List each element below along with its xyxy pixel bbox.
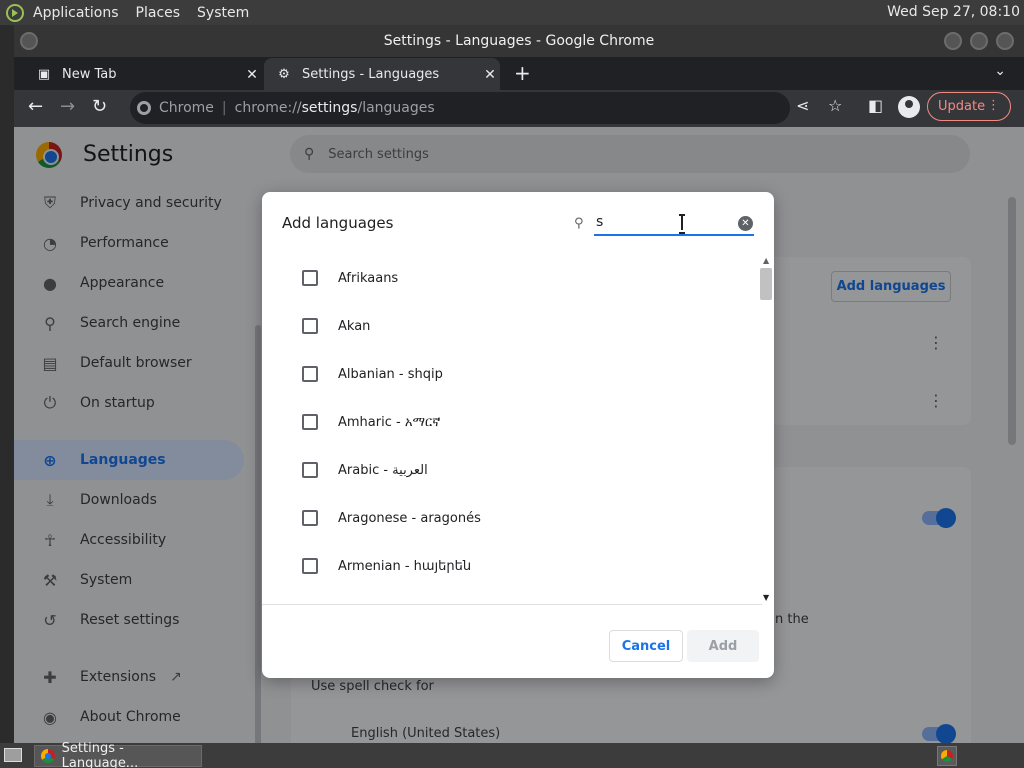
dialog-title: Add languages [282, 214, 394, 232]
language-list-scroll-thumb[interactable] [760, 268, 772, 300]
tab-new-tab[interactable]: ▣ New Tab ✕ [24, 58, 262, 91]
side-panel-icon[interactable]: ◧ [868, 96, 883, 115]
omnibox-site-label: Chrome [159, 100, 214, 116]
language-checkbox[interactable] [302, 510, 318, 526]
profile-avatar[interactable] [898, 96, 920, 118]
clear-search-icon[interactable]: ✕ [738, 216, 753, 231]
list-item[interactable]: Aragonese - aragonés [262, 494, 762, 542]
share-icon[interactable]: ⋖ [796, 96, 809, 115]
window-menu-button[interactable] [20, 32, 38, 50]
url-path: /languages [357, 100, 435, 116]
new-tab-button[interactable]: + [514, 61, 531, 85]
update-button[interactable]: Update ⋮ [927, 92, 1011, 121]
desktop-logo-icon[interactable] [6, 3, 24, 22]
tab-label: New Tab [62, 67, 117, 82]
url-host: settings [301, 100, 358, 116]
chrome-site-icon [137, 101, 151, 115]
tray-chrome-icon[interactable] [937, 746, 957, 766]
system-panel: Applications Places System Wed Sep 27, 0… [0, 0, 1024, 25]
tab-search-chevron-icon[interactable]: ⌄ [994, 63, 1006, 79]
language-search-input[interactable] [594, 210, 754, 236]
language-checkbox[interactable] [302, 318, 318, 334]
search-icon: ⚲ [574, 216, 584, 231]
language-checkbox[interactable] [302, 558, 318, 574]
close-tab-icon[interactable]: ✕ [242, 67, 262, 83]
list-item[interactable]: Albanian - shqip [262, 350, 762, 398]
minimize-button[interactable] [944, 32, 962, 50]
list-item[interactable]: Afrikaans [262, 254, 762, 302]
list-item[interactable]: Amharic - አማርኛ [262, 398, 762, 446]
taskbar-item-chrome[interactable]: Settings - Language... [34, 741, 202, 768]
language-checkbox[interactable] [302, 366, 318, 382]
taskbar-item-label: Settings - Language... [61, 741, 139, 768]
scroll-down-arrow-icon[interactable]: ▼ [763, 593, 769, 602]
new-tab-icon: ▣ [37, 67, 51, 82]
add-languages-dialog: Add languages ⚲ ✕ Afrikaans Akan Albania… [262, 192, 774, 678]
show-desktop-icon[interactable] [4, 748, 22, 762]
taskbar: Settings - Language... [0, 741, 1024, 768]
url-scheme: chrome:// [234, 100, 302, 116]
language-checkbox[interactable] [302, 270, 318, 286]
list-item[interactable]: Arabic - العربية [262, 446, 762, 494]
maximize-button[interactable] [970, 32, 988, 50]
list-item[interactable]: Armenian - հայերեն [262, 542, 762, 590]
language-label: Akan [338, 318, 371, 334]
forward-arrow-icon[interactable]: → [60, 96, 75, 117]
language-label: Aragonese - aragonés [338, 510, 481, 526]
menu-system[interactable]: System [197, 5, 249, 21]
window-title: Settings - Languages - Google Chrome [383, 33, 655, 49]
back-arrow-icon[interactable]: ← [28, 96, 43, 117]
toolbar: ← → ↻ Chrome | chrome://settings/languag… [14, 90, 1024, 127]
text-cursor-icon [679, 214, 685, 234]
language-list: Afrikaans Akan Albanian - shqip Amharic … [262, 254, 762, 604]
dialog-divider [262, 604, 762, 605]
language-checkbox[interactable] [302, 414, 318, 430]
update-label: Update [938, 99, 986, 114]
language-label: Arabic - العربية [338, 462, 428, 478]
scroll-up-arrow-icon[interactable]: ▲ [763, 256, 769, 265]
language-list-scrollbar[interactable]: ▲ ▼ [760, 256, 772, 602]
more-menu-icon[interactable]: ⋮ [987, 98, 1000, 113]
menu-places[interactable]: Places [136, 5, 181, 21]
language-label: Armenian - հայերեն [338, 558, 472, 574]
language-label: Albanian - shqip [338, 366, 443, 382]
language-label: Afrikaans [338, 270, 399, 286]
omnibox-url[interactable]: chrome://settings/languages [235, 100, 435, 116]
close-tab-icon[interactable]: ✕ [480, 67, 500, 83]
window-titlebar[interactable]: Settings - Languages - Google Chrome [14, 25, 1024, 57]
omnibox[interactable]: Chrome | chrome://settings/languages [130, 92, 790, 124]
tab-label: Settings - Languages [302, 67, 440, 82]
language-checkbox[interactable] [302, 462, 318, 478]
clock[interactable]: Wed Sep 27, 08:10 [887, 4, 1020, 20]
list-item[interactable]: Akan [262, 302, 762, 350]
gear-icon: ⚙ [278, 67, 290, 82]
bookmark-star-icon[interactable]: ☆ [828, 96, 842, 115]
language-label: Amharic - አማርኛ [338, 414, 441, 430]
chrome-icon [41, 749, 55, 763]
tab-settings-languages[interactable]: ⚙ Settings - Languages ✕ [264, 58, 500, 91]
omnibox-separator: | [221, 100, 227, 116]
close-window-button[interactable] [996, 32, 1014, 50]
menu-applications[interactable]: Applications [33, 5, 119, 21]
add-button[interactable]: Add [687, 630, 759, 662]
reload-icon[interactable]: ↻ [92, 96, 107, 117]
cancel-button[interactable]: Cancel [609, 630, 683, 662]
